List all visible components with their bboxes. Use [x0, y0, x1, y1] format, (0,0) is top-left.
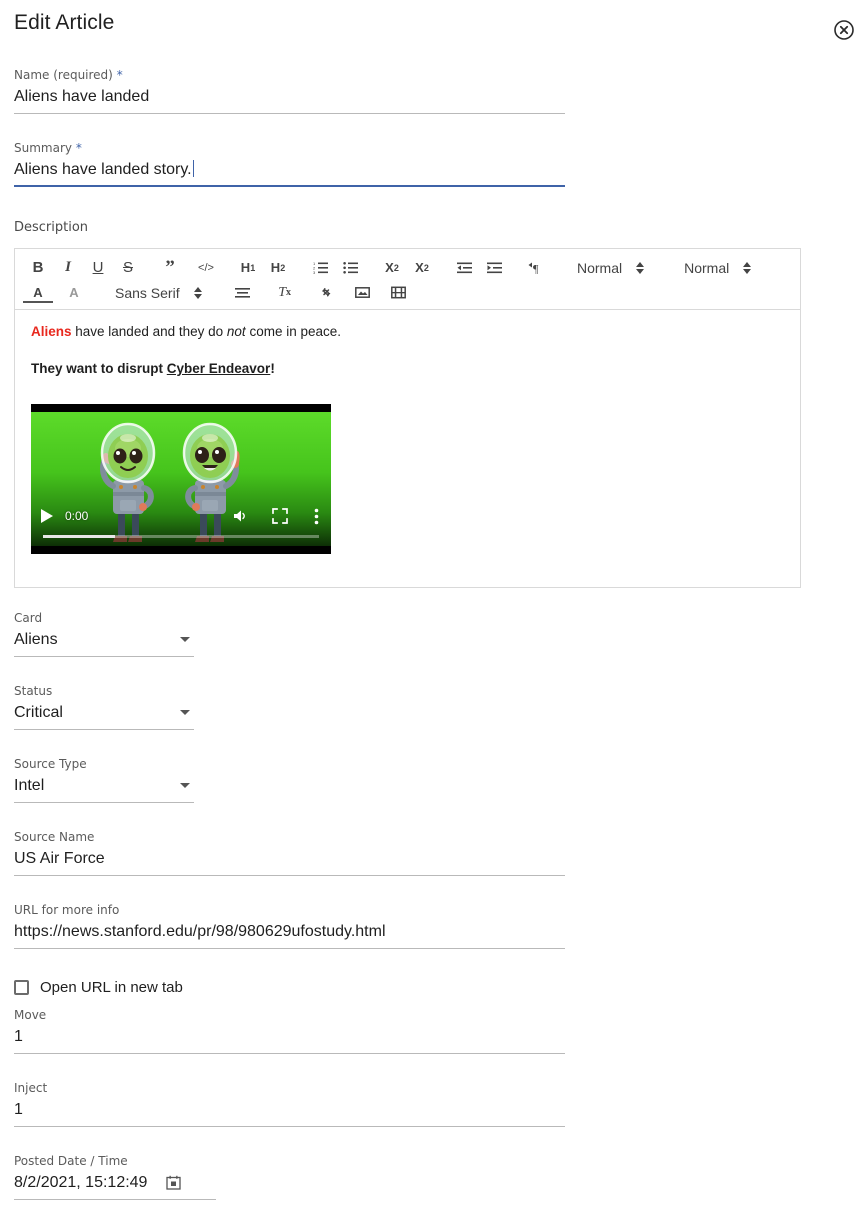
underline-button[interactable]: U: [83, 256, 113, 280]
chevron-down-icon: [180, 636, 190, 642]
chevron-down-icon: [180, 782, 190, 788]
font-family-picker[interactable]: Sans Serif: [113, 285, 204, 301]
calendar-icon[interactable]: [166, 1175, 181, 1190]
name-input[interactable]: Aliens have landed: [14, 86, 565, 114]
status-select-value: Critical: [14, 704, 63, 721]
video-current-time: 0:00: [65, 509, 89, 523]
move-input[interactable]: 1: [14, 1026, 565, 1054]
checkbox-box-icon: [14, 980, 29, 995]
field-label: Status: [14, 684, 53, 698]
editor-inline-link[interactable]: Cyber Endeavor: [167, 361, 271, 376]
edit-article-dialog: Edit Article Name (required) * Aliens ha…: [0, 0, 868, 1226]
text-caret: [192, 160, 194, 177]
field-inject: Inject 1: [14, 1081, 565, 1127]
font-family-value: Sans Serif: [115, 284, 180, 301]
embedded-video-player[interactable]: 0:00: [31, 404, 331, 554]
volume-icon[interactable]: [232, 508, 250, 524]
chevron-updown-icon: [193, 286, 202, 299]
toolbar-row-1: B I U S ” </> H1 H2 1 2 3 X 2 X 2 ¶ Norm…: [23, 255, 792, 280]
blockquote-button[interactable]: ”: [155, 256, 185, 280]
ordered-list-button[interactable]: 1 2 3: [305, 256, 335, 280]
font-size-value: Normal: [577, 259, 623, 276]
background-color-button[interactable]: A: [59, 281, 89, 305]
editor-paragraph-1: Aliens have landed and they do not come …: [31, 324, 341, 339]
toolbar-row-2: A A Sans Serif Tx: [23, 280, 792, 305]
italic-button[interactable]: I: [53, 256, 83, 280]
field-source-type: Source Type Intel: [14, 757, 194, 803]
field-card: Card Aliens: [14, 611, 194, 657]
field-label: Name (required) *: [14, 68, 123, 82]
clear-formatting-button[interactable]: Tx: [270, 281, 300, 305]
field-label: Card: [14, 611, 43, 625]
editor-content-area[interactable]: Aliens have landed and they do not come …: [15, 310, 800, 587]
heading-2-button[interactable]: H2: [263, 256, 293, 280]
posted-date-value: 8/2/2021, 15:12:49: [14, 1174, 148, 1191]
open-url-new-tab-checkbox[interactable]: Open URL in new tab: [14, 979, 183, 996]
field-label: Summary *: [14, 141, 82, 155]
video-controls: 0:00: [31, 498, 331, 546]
chevron-updown-icon: [636, 261, 645, 274]
card-select[interactable]: Aliens: [14, 629, 194, 657]
fullscreen-icon[interactable]: [272, 508, 288, 524]
font-size-picker[interactable]: Normal: [575, 260, 646, 276]
source-name-input[interactable]: US Air Force: [14, 848, 565, 876]
bullet-list-button[interactable]: [335, 256, 365, 280]
card-select-value: Aliens: [14, 631, 58, 648]
play-icon[interactable]: [31, 509, 53, 523]
field-url: URL for more info https://news.stanford.…: [14, 903, 565, 949]
superscript-button[interactable]: X2: [407, 256, 437, 280]
inject-input[interactable]: 1: [14, 1099, 565, 1127]
video-progress-bar[interactable]: [43, 535, 319, 538]
field-move: Move 1: [14, 1008, 565, 1054]
code-block-button[interactable]: </>: [191, 256, 221, 280]
field-label: Source Type: [14, 757, 87, 771]
summary-input[interactable]: Aliens have landed story.: [14, 159, 565, 187]
checkbox-label: Open URL in new tab: [40, 979, 183, 996]
svg-text:¶: ¶: [533, 262, 539, 275]
text-direction-button[interactable]: ¶: [521, 256, 551, 280]
insert-link-button[interactable]: [312, 281, 342, 305]
field-name: Name (required) * Aliens have landed: [14, 68, 565, 114]
source-type-select[interactable]: Intel: [14, 775, 194, 803]
font-color-button[interactable]: A: [23, 284, 53, 303]
url-input[interactable]: https://news.stanford.edu/pr/98/980629uf…: [14, 921, 565, 949]
rich-text-editor: B I U S ” </> H1 H2 1 2 3 X 2 X 2 ¶ Norm…: [14, 248, 801, 588]
strikethrough-button[interactable]: S: [113, 256, 143, 280]
field-summary: Summary * Aliens have landed story.: [14, 141, 565, 187]
header-style-picker[interactable]: Normal: [682, 260, 753, 276]
description-label: Description: [14, 220, 89, 235]
source-type-select-value: Intel: [14, 777, 45, 794]
editor-toolbar: B I U S ” </> H1 H2 1 2 3 X 2 X 2 ¶ Norm…: [15, 249, 800, 310]
field-status: Status Critical: [14, 684, 194, 730]
video-progress-fill: [43, 535, 115, 538]
subscript-button[interactable]: X2: [377, 256, 407, 280]
indent-button[interactable]: [479, 256, 509, 280]
chevron-updown-icon: [743, 261, 752, 274]
editor-paragraph-2: They want to disrupt Cyber Endeavor!: [31, 361, 275, 376]
field-label: Posted Date / Time: [14, 1154, 128, 1168]
field-label: Inject: [14, 1081, 48, 1095]
highlighted-word: Aliens: [31, 324, 72, 339]
page-title: Edit Article: [14, 11, 115, 34]
video-controls-row: 0:00: [31, 504, 331, 528]
bold-button[interactable]: B: [23, 256, 53, 280]
outdent-button[interactable]: [449, 256, 479, 280]
field-posted-date: Posted Date / Time 8/2/2021, 15:12:49: [14, 1154, 216, 1200]
posted-date-input[interactable]: 8/2/2021, 15:12:49: [14, 1172, 216, 1200]
svg-text:3: 3: [313, 270, 316, 274]
field-label: Source Name: [14, 830, 95, 844]
insert-image-button[interactable]: [348, 281, 378, 305]
insert-video-button[interactable]: [384, 281, 414, 305]
chevron-down-icon: [180, 709, 190, 715]
heading-1-button[interactable]: H1: [233, 256, 263, 280]
field-label: URL for more info: [14, 903, 120, 917]
field-label: Move: [14, 1008, 47, 1022]
align-button[interactable]: [228, 281, 258, 305]
field-source-name: Source Name US Air Force: [14, 830, 565, 876]
kebab-menu-icon[interactable]: [314, 508, 319, 525]
status-select[interactable]: Critical: [14, 702, 194, 730]
close-icon[interactable]: [832, 18, 856, 42]
header-style-value: Normal: [684, 259, 730, 276]
